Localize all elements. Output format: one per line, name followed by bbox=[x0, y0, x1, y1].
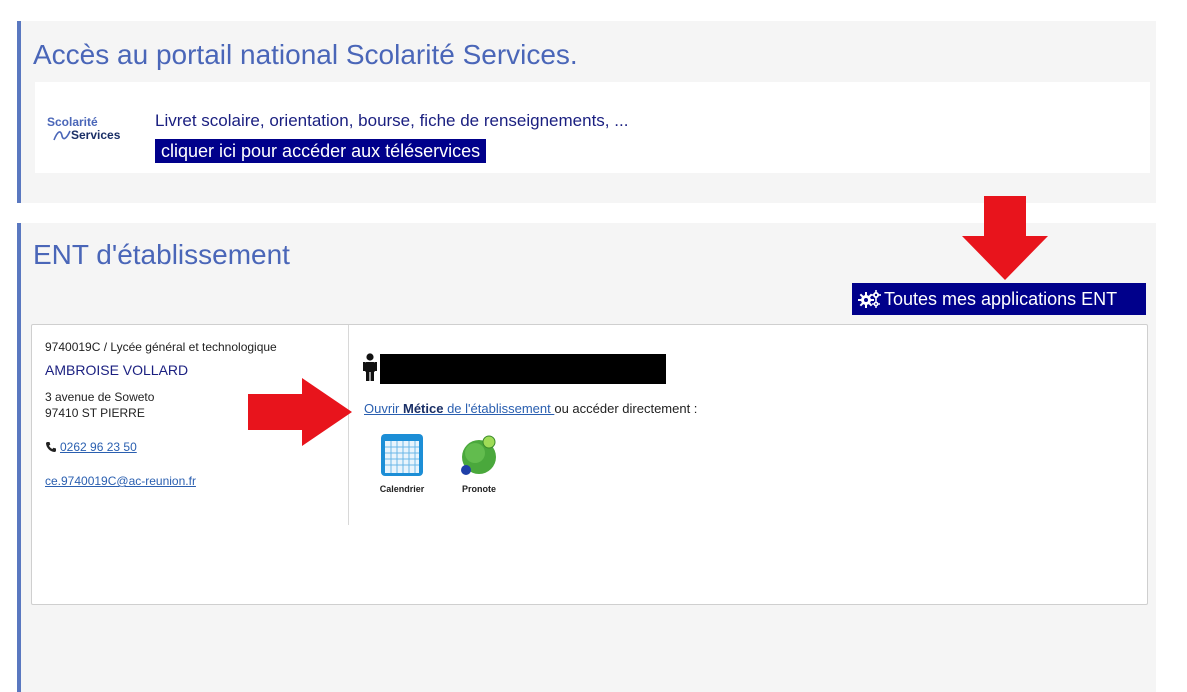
all-ent-apps-label: Toutes mes applications ENT bbox=[884, 288, 1118, 309]
red-arrow-right-icon bbox=[248, 378, 352, 446]
gears-icon bbox=[858, 290, 881, 308]
address-line2: 97410 ST PIERRE bbox=[45, 406, 145, 420]
all-ent-apps-button[interactable]: Toutes mes applications ENT bbox=[852, 283, 1146, 315]
scolarite-services-logo: Scolarité Services bbox=[47, 115, 121, 142]
phone-link[interactable]: 0262 96 23 50 bbox=[60, 440, 137, 454]
open-metice-line: Ouvrir Métice de l'établissement ou accé… bbox=[364, 401, 698, 416]
phone-row: 0262 96 23 50 bbox=[45, 440, 137, 454]
scolarite-section: Accès au portail national Scolarité Serv… bbox=[17, 21, 1156, 203]
calendar-icon bbox=[381, 434, 423, 476]
email-link[interactable]: ce.9740019C@ac-reunion.fr bbox=[45, 474, 196, 488]
redacted-username bbox=[380, 354, 666, 384]
establishment-card: 9740019C / Lycée général et technologiqu… bbox=[31, 324, 1148, 605]
app-calendrier[interactable]: Calendrier bbox=[372, 433, 432, 494]
user-icon bbox=[363, 353, 377, 381]
scolarite-card: Scolarité Services Livret scolaire, orie… bbox=[35, 82, 1150, 173]
app-pronote-label: Pronote bbox=[461, 484, 496, 494]
app-calendrier-label: Calendrier bbox=[379, 484, 425, 494]
scolarite-description: Livret scolaire, orientation, bourse, fi… bbox=[155, 111, 629, 130]
teleservices-link-button[interactable]: cliquer ici pour accéder aux téléservice… bbox=[155, 139, 487, 163]
phone-icon bbox=[46, 442, 56, 452]
scolarite-title: Accès au portail national Scolarité Serv… bbox=[33, 39, 578, 70]
establishment-uai: 9740019C / Lycée général et technologiqu… bbox=[45, 340, 277, 354]
ent-access-panel: Ouvrir Métice de l'établissement ou accé… bbox=[349, 325, 1147, 525]
open-metice-link[interactable]: Ouvrir Métice de l'établissement bbox=[364, 401, 554, 416]
red-arrow-down-icon bbox=[962, 196, 1048, 280]
app-pronote[interactable]: Pronote bbox=[449, 433, 509, 494]
address-line1: 3 avenue de Soweto bbox=[45, 390, 155, 404]
ent-title: ENT d'établissement bbox=[33, 239, 290, 270]
ent-section: ENT d'établissement Toutes mes applicati… bbox=[17, 223, 1156, 692]
establishment-name: AMBROISE VOLLARD bbox=[45, 362, 189, 378]
pronote-icon bbox=[461, 435, 496, 475]
